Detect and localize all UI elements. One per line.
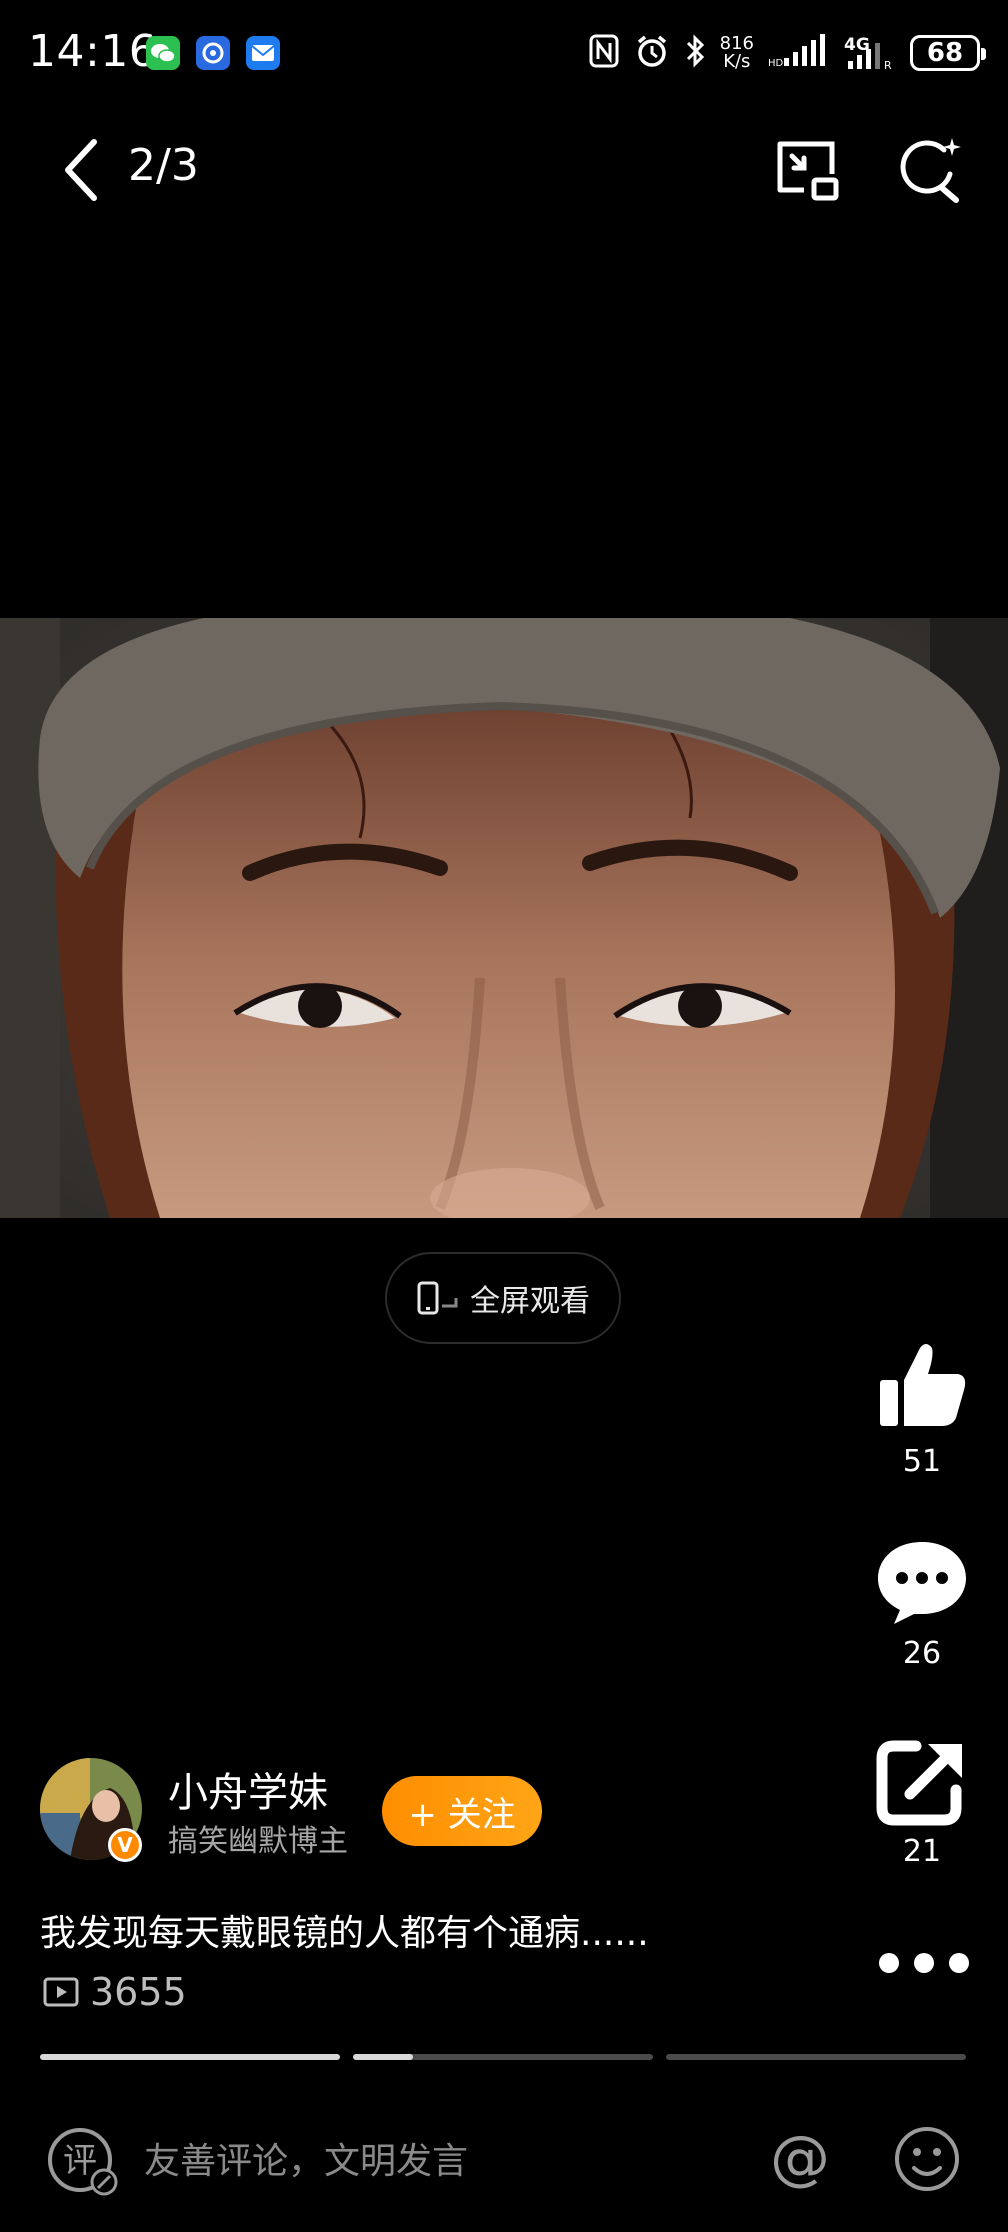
chevron-left-icon [65,139,97,201]
wechat-icon [146,36,180,70]
fullscreen-label: 全屏观看 [470,1284,590,1319]
author-name[interactable]: 小舟学妹 [168,1760,328,1818]
progress-segment-3 [666,2054,966,2060]
picture-in-picture-icon [777,141,839,201]
progress-segment-1 [40,2054,340,2060]
net-speed: 816 K/s [720,35,754,71]
comment-button[interactable]: 26 [862,1536,982,1671]
battery-level: 68 [926,38,964,68]
mail-icon [246,36,280,70]
more-dots-icon [879,1953,969,1973]
face-photo-illustration [0,618,1008,1218]
share-button[interactable]: 21 [862,1738,982,1869]
sparkle-search-icon [900,138,961,203]
status-bar: 14:16 816 K/s HD 4G R 68 [0,0,1008,110]
picture-in-picture-button[interactable] [770,134,842,206]
back-button[interactable] [54,130,114,210]
verified-badge: V [108,1828,142,1862]
network-4g-icon: 4G R [844,35,896,71]
net-speed-unit: K/s [723,51,751,72]
status-right-group: 816 K/s HD 4G R 68 [588,28,986,78]
ping-comment-icon: 评 [48,2128,118,2196]
ai-search-button[interactable] [894,134,966,206]
comment-icon-text: 评 [63,2141,97,2181]
svg-text:R: R [884,59,892,71]
thumbs-up-icon [880,1344,966,1426]
view-count-value: 3655 [90,1970,187,2014]
post-caption[interactable]: 我发现每天戴眼镜的人都有个通病...... [40,1904,649,1956]
post-photo[interactable] [0,618,1008,1218]
rotate-phone-icon [417,1281,458,1315]
emoji-button[interactable] [892,2124,962,2194]
signal-icon: HD [768,34,830,72]
progress-segment-2-fill [353,2054,413,2060]
like-count: 51 [902,1444,942,1479]
status-time: 14:16 [28,26,158,77]
battery-icon: 68 [910,35,986,71]
page-counter: 2/3 [128,140,199,191]
play-icon [43,1977,79,2007]
view-count: 3655 [42,1970,187,2014]
comment-count: 26 [902,1636,942,1671]
comment-input[interactable]: 友善评论，文明发言 [144,2132,468,2184]
comment-compose-icon[interactable]: 评 [46,2124,122,2200]
svg-text:HD: HD [768,58,784,68]
alarm-icon [634,33,670,73]
more-options-button[interactable] [876,1948,972,1978]
like-button[interactable]: 51 [862,1336,982,1479]
blue-app-icon [196,36,230,70]
mention-button[interactable]: @ [768,2124,832,2194]
progress-segment-2 [353,2054,653,2060]
share-count: 21 [902,1834,942,1869]
nfc-icon [588,33,620,73]
author-description: 搞笑幽默博主 [168,1824,348,1859]
progress-segment-1-fill [40,2054,340,2060]
fullscreen-button[interactable]: 全屏观看 [385,1252,621,1344]
share-icon [876,1740,962,1826]
emoji-smile-icon [895,2127,959,2191]
comment-bubble-icon [878,1542,966,1624]
follow-button[interactable]: + 关注 [382,1776,542,1846]
bluetooth-icon [684,33,706,73]
